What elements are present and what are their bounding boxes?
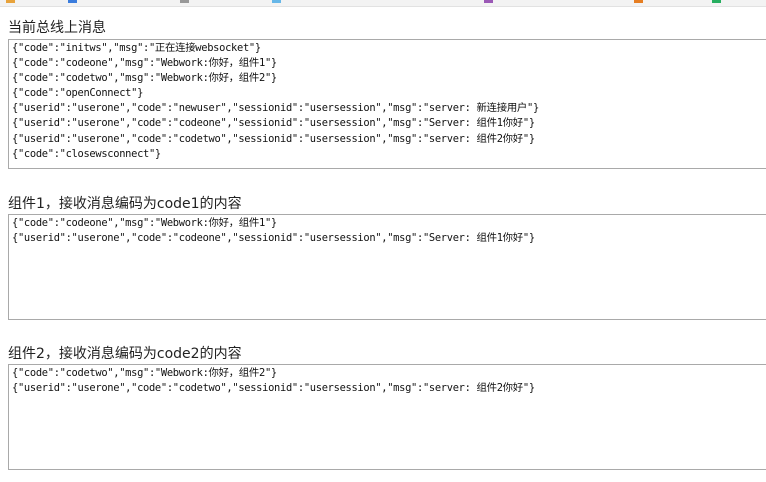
bookmark-item[interactable]	[634, 0, 646, 4]
message-line: {"userid":"userone","code":"codetwo","se…	[12, 132, 535, 145]
bus-messages-box[interactable]: {"code":"initws","msg":"正在连接websocket"} …	[8, 39, 766, 169]
message-line: {"userid":"userone","code":"codeone","se…	[12, 117, 535, 130]
folder-icon	[6, 0, 15, 3]
message-line: {"code":"codeone","msg":"Webwork:你好，组件1"…	[12, 57, 277, 70]
page-icon	[272, 0, 281, 3]
message-line: {"code":"codetwo","msg":"Webwork:你好，组件2"…	[12, 367, 277, 379]
bookmark-item[interactable]	[484, 0, 496, 4]
section-title: 当前总线上消息	[8, 20, 106, 36]
bookmark-item[interactable]	[68, 0, 80, 4]
page-icon	[634, 0, 643, 3]
bookmark-item[interactable]	[272, 0, 284, 4]
message-line: {"userid":"userone","code":"codetwo","se…	[12, 382, 535, 395]
message-line: {"code":"openConnect"}	[12, 87, 144, 100]
bookmarks-bar	[0, 0, 766, 7]
bookmark-item[interactable]	[712, 0, 724, 4]
message-line: {"code":"codetwo","msg":"Webwork:你好，组件2"…	[12, 72, 277, 85]
page-icon	[712, 0, 721, 3]
component2-messages-box[interactable]: {"code":"codetwo","msg":"Webwork:你好，组件2"…	[8, 364, 766, 470]
section-title: 组件2，接收消息编码为code2的内容	[8, 346, 242, 362]
message-line: {"userid":"userone","code":"newuser","se…	[12, 102, 539, 115]
page-icon	[68, 0, 77, 3]
component1-messages-box[interactable]: {"code":"codeone","msg":"Webwork:你好，组件1"…	[8, 214, 766, 320]
message-line: {"code":"closewsconnect"}	[12, 147, 161, 160]
page-icon	[484, 0, 493, 3]
page-icon	[180, 0, 189, 3]
message-line: {"userid":"userone","code":"codeone","se…	[12, 232, 535, 245]
message-line: {"code":"initws","msg":"正在连接websocket"}	[12, 42, 261, 54]
bookmark-item[interactable]	[180, 0, 192, 4]
bookmark-item[interactable]	[6, 0, 18, 4]
section-title: 组件1，接收消息编码为code1的内容	[8, 196, 242, 212]
message-line: {"code":"codeone","msg":"Webwork:你好，组件1"…	[12, 217, 277, 229]
